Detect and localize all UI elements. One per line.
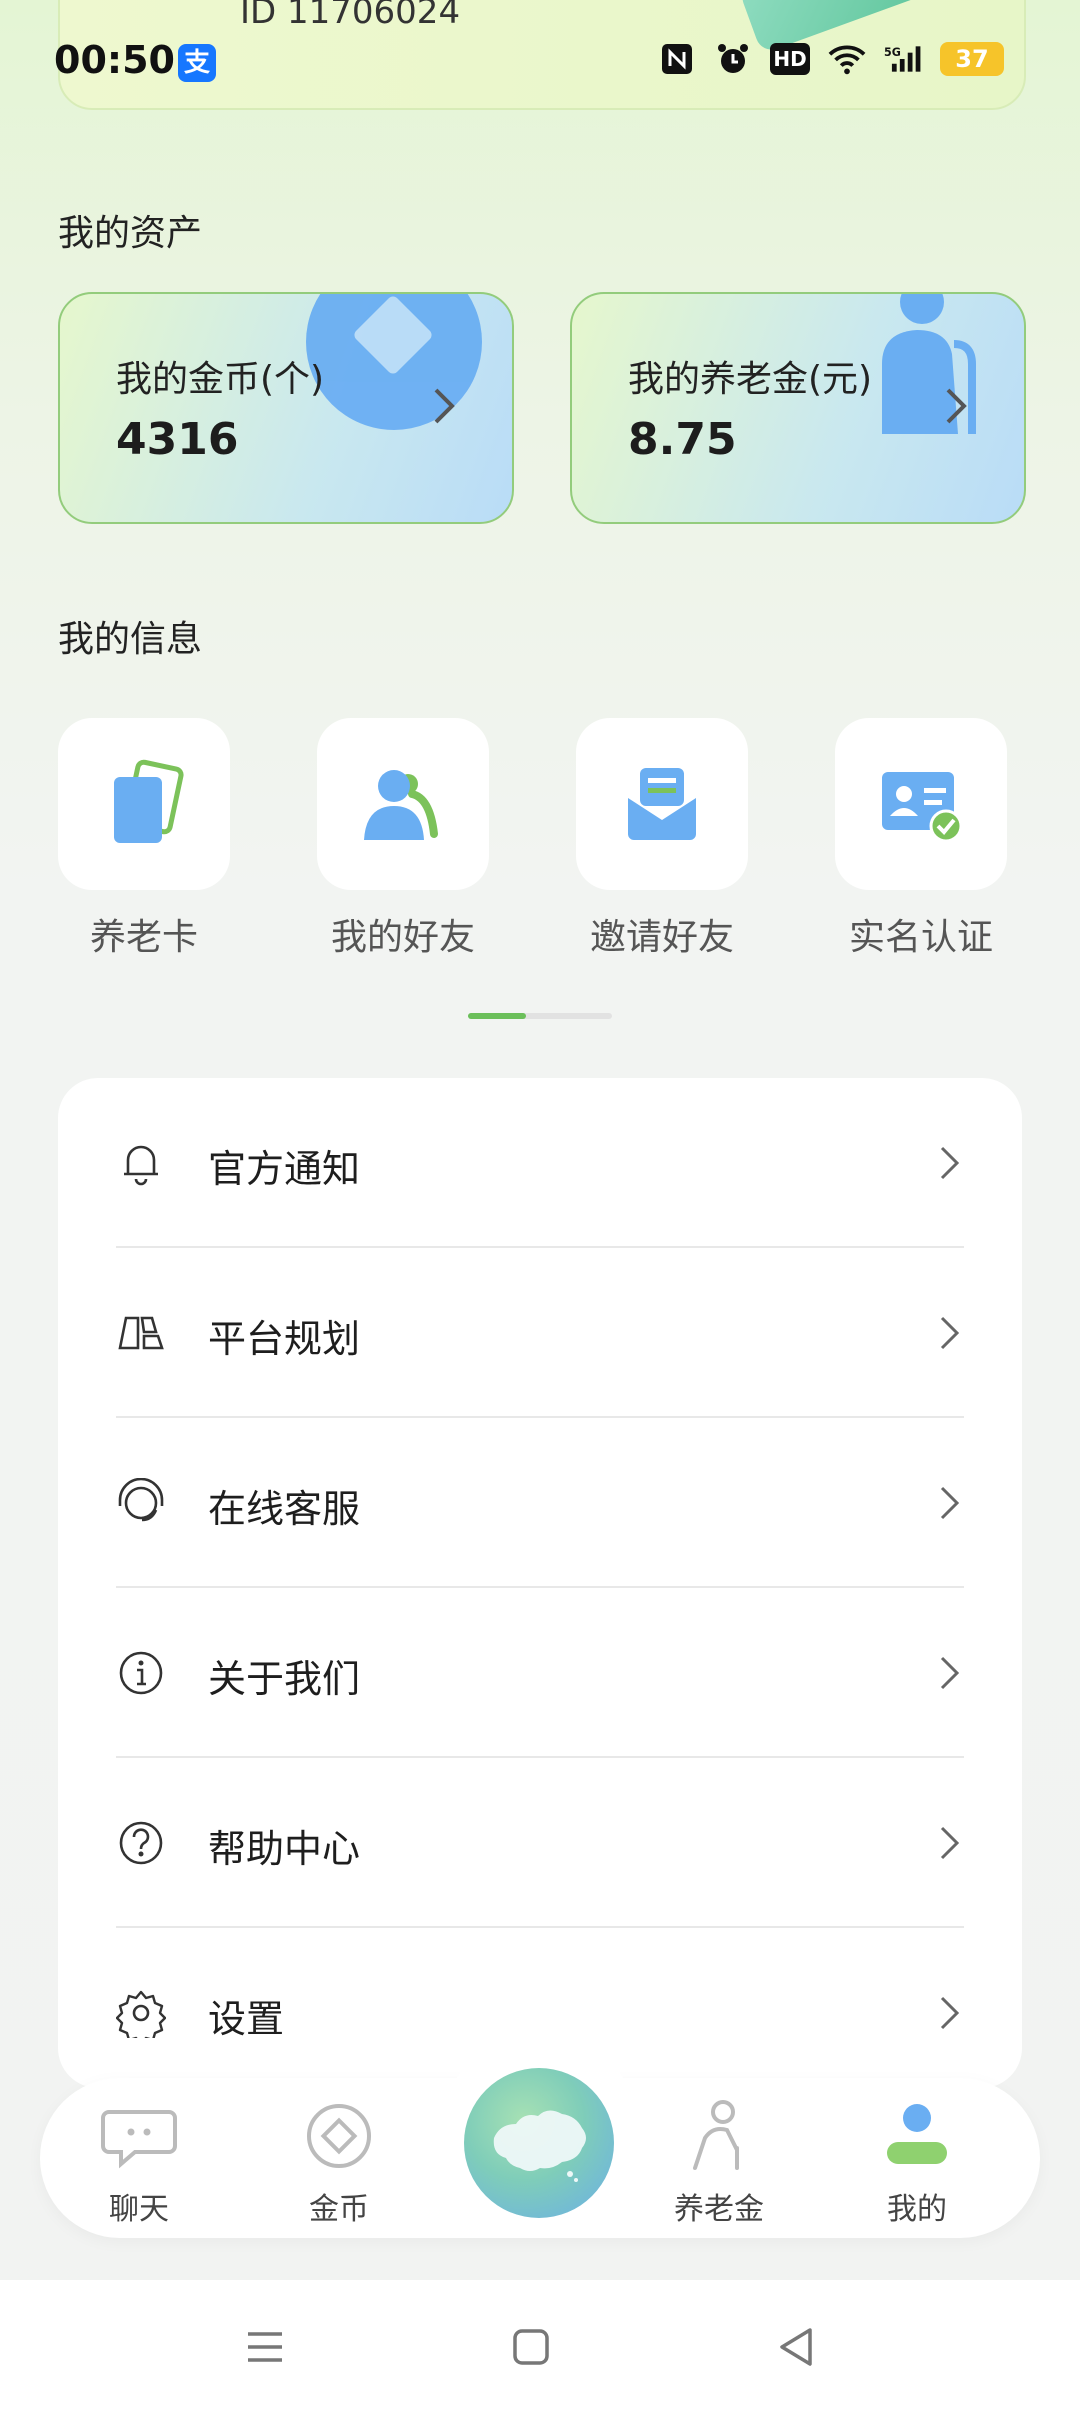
menu-item-about-us[interactable]: 关于我们 xyxy=(116,1588,964,1758)
menu-item-label: 关于我们 xyxy=(208,1657,361,1701)
pension-card-icon xyxy=(114,759,184,843)
status-icons: HD 5G 37 xyxy=(658,40,1004,78)
battery-indicator: 37 xyxy=(940,42,1004,76)
chevron-right-icon xyxy=(940,1826,960,1860)
menu-item-help-center[interactable]: 帮助中心 xyxy=(116,1758,964,1928)
menu-item-label: 官方通知 xyxy=(208,1147,361,1191)
tab-map[interactable] xyxy=(464,2068,614,2218)
chevron-right-icon xyxy=(940,1146,960,1180)
china-map-icon xyxy=(493,2110,586,2182)
chevron-right-icon xyxy=(940,1656,960,1690)
headset-icon xyxy=(118,1478,164,1522)
info-title: 我的信息 xyxy=(58,619,203,660)
coins-label: 我的金币(个) xyxy=(116,359,325,400)
page-indicator xyxy=(468,1013,612,1019)
help-icon xyxy=(119,1821,163,1865)
coins-card[interactable]: 我的金币(个) 4316 xyxy=(58,292,514,524)
back-icon[interactable] xyxy=(772,2322,822,2372)
info-item-label: 养老卡 xyxy=(89,917,198,958)
menu-list: 官方通知 平台规划 在线客服 关于我们 帮助中心 设置 xyxy=(58,1078,1022,2088)
plan-icon xyxy=(118,1316,164,1350)
bell-icon xyxy=(124,1145,158,1186)
menu-item-label: 平台规划 xyxy=(208,1317,361,1361)
page-indicator-fill xyxy=(468,1013,526,1019)
menu-item-platform-plan[interactable]: 平台规划 xyxy=(116,1248,964,1418)
info-item-label: 实名认证 xyxy=(848,917,993,958)
menu-icon[interactable] xyxy=(240,2322,290,2372)
wifi-icon xyxy=(828,40,866,78)
tab-pension[interactable]: 养老金 xyxy=(654,2098,784,2228)
svg-text:5G: 5G xyxy=(884,46,901,59)
menu-item-label: 在线客服 xyxy=(208,1487,361,1531)
alipay-icon: 支 xyxy=(178,44,216,82)
pension-card[interactable]: 我的养老金(元) 8.75 xyxy=(570,292,1026,524)
chat-icon xyxy=(101,2110,177,2169)
home-icon[interactable] xyxy=(506,2322,556,2372)
info-item-pension-card[interactable]: 养老卡 xyxy=(58,718,230,960)
assets-title: 我的资产 xyxy=(58,213,203,254)
bottom-tab-bar: 聊天 金币 养老金 我的 xyxy=(40,2046,1040,2238)
invite-mail-icon xyxy=(628,768,696,840)
chevron-right-icon xyxy=(434,388,455,424)
alarm-icon xyxy=(714,40,752,78)
profile-icon xyxy=(887,2104,947,2164)
tab-label: 养老金 xyxy=(674,2192,764,2227)
info-icon xyxy=(119,1651,163,1695)
friends-icon xyxy=(364,770,438,840)
elder-icon xyxy=(693,2100,739,2170)
tab-mine[interactable]: 我的 xyxy=(852,2098,982,2228)
info-item-invite[interactable]: 邀请好友 xyxy=(576,718,748,960)
menu-item-label: 帮助中心 xyxy=(208,1827,361,1871)
status-bar: 00:50 支 HD 5G 37 xyxy=(0,0,1080,120)
system-navigation-bar xyxy=(0,2280,1080,2414)
menu-item-label: 设置 xyxy=(208,1997,285,2041)
tab-chat[interactable]: 聊天 xyxy=(74,2098,204,2228)
info-item-label: 我的好友 xyxy=(330,917,475,958)
tab-label: 我的 xyxy=(887,2192,947,2227)
pension-label: 我的养老金(元) xyxy=(628,359,873,400)
info-item-id-verify[interactable]: 实名认证 xyxy=(835,718,1007,960)
id-verify-icon xyxy=(882,772,963,843)
menu-item-notifications[interactable]: 官方通知 xyxy=(116,1078,964,1248)
chevron-right-icon xyxy=(940,1996,960,2030)
nfc-icon xyxy=(658,40,696,78)
chevron-right-icon xyxy=(946,388,967,424)
chevron-right-icon xyxy=(940,1486,960,1520)
menu-item-customer-service[interactable]: 在线客服 xyxy=(116,1418,964,1588)
info-item-label: 邀请好友 xyxy=(589,917,734,958)
info-item-friends[interactable]: 我的好友 xyxy=(317,718,489,960)
gear-icon xyxy=(116,1990,166,2038)
pension-value: 8.75 xyxy=(628,414,737,465)
tab-label: 金币 xyxy=(309,2192,369,2227)
signal-5g-icon: 5G xyxy=(884,40,922,78)
tab-label: 聊天 xyxy=(109,2192,169,2227)
coin-icon xyxy=(307,2104,371,2168)
hd-icon: HD xyxy=(770,43,810,75)
chevron-right-icon xyxy=(940,1316,960,1350)
tab-coins[interactable]: 金币 xyxy=(274,2098,404,2228)
coins-value: 4316 xyxy=(116,414,239,465)
status-time: 00:50 xyxy=(54,38,175,82)
